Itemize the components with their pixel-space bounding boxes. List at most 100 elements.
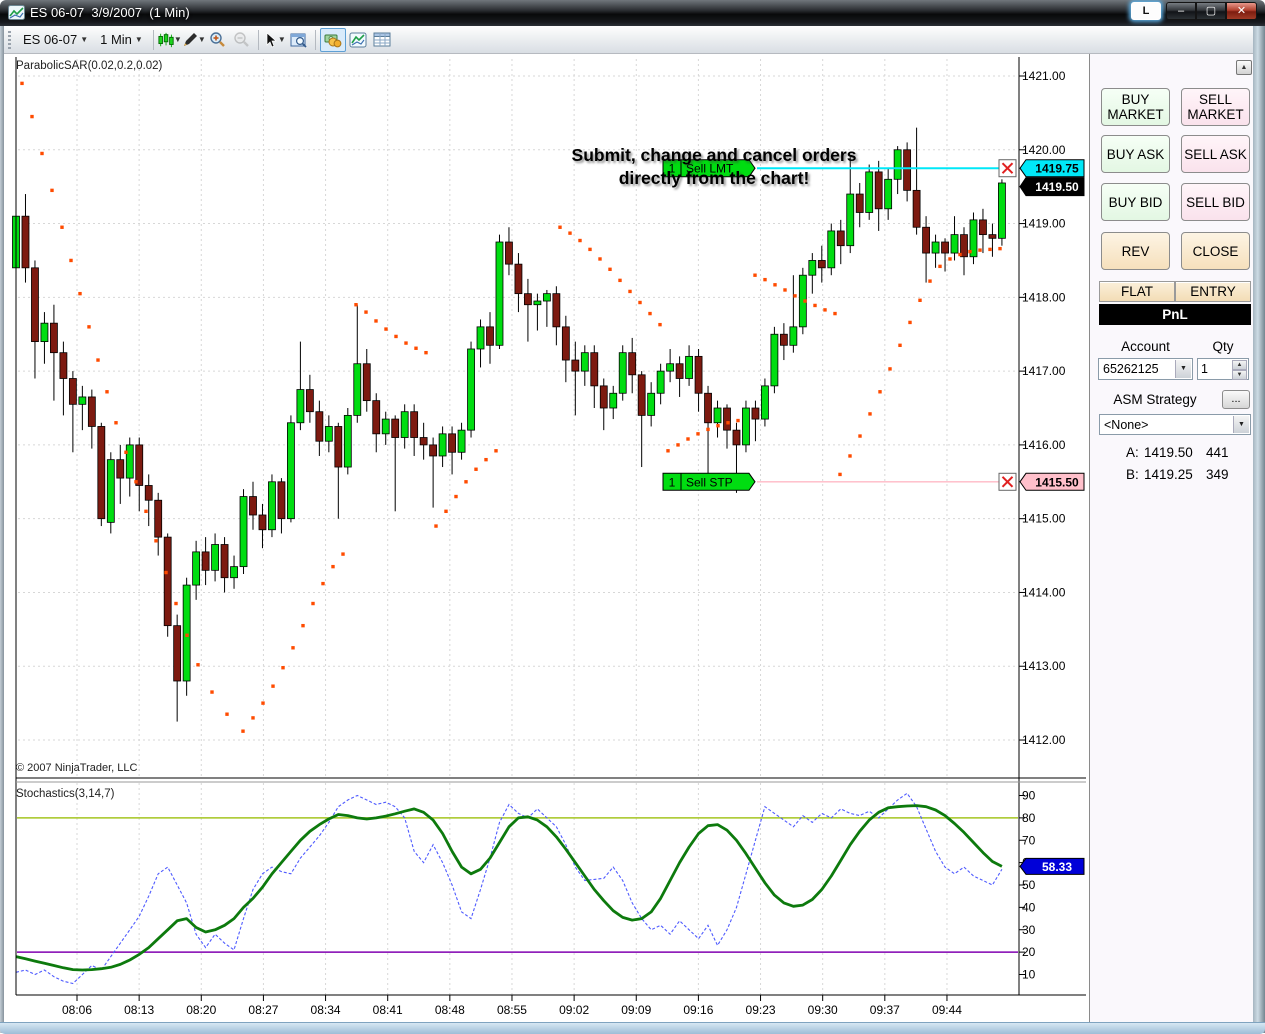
bid-side-label: B:: [1126, 467, 1139, 482]
qty-input[interactable]: [1199, 360, 1229, 378]
qty-stepper[interactable]: ▲ ▼: [1197, 358, 1249, 380]
window-frame-right[interactable]: [1253, 26, 1265, 1033]
svg-text:80: 80: [1022, 811, 1036, 825]
toolbar-separator: [315, 30, 316, 50]
reverse-button[interactable]: REV: [1101, 232, 1170, 270]
chevron-down-icon: ▼: [278, 35, 286, 44]
bar-type-button[interactable]: ▼: [158, 29, 182, 51]
svg-text:1412.00: 1412.00: [1022, 733, 1066, 747]
chart-annotation: Submit, change and cancel orders directl…: [444, 144, 984, 190]
qty-label: Qty: [1197, 339, 1249, 354]
sell-bid-button[interactable]: SELL BID: [1181, 183, 1250, 221]
strategy-select[interactable]: <None> ▼: [1099, 414, 1251, 435]
zoom-window-button[interactable]: [287, 29, 311, 51]
candlestick-icon: [158, 32, 174, 48]
bid-size: 349: [1206, 467, 1229, 482]
sell-lmt-cancel-button[interactable]: [999, 160, 1016, 177]
svg-text:09:09: 09:09: [621, 1003, 651, 1017]
copyright-text: © 2007 NinjaTrader, LLC: [16, 762, 137, 774]
asm-strategy-browse-button[interactable]: ...: [1222, 390, 1250, 409]
zoom-out-icon: [233, 31, 250, 48]
svg-text:09:30: 09:30: [808, 1003, 838, 1017]
svg-text:1419.00: 1419.00: [1022, 217, 1066, 231]
zoom-out-button[interactable]: [230, 29, 254, 51]
svg-text:1415.50: 1415.50: [1035, 475, 1079, 489]
instrument-label: ES 06-07: [23, 32, 77, 47]
window-frame-bottom[interactable]: [0, 1022, 1265, 1034]
svg-text:08:06: 08:06: [62, 1003, 92, 1017]
close-button[interactable]: ✕: [1226, 2, 1257, 20]
svg-text:20: 20: [1022, 945, 1036, 959]
svg-text:1419.75: 1419.75: [1035, 162, 1079, 176]
sell-ask-button[interactable]: SELL ASK: [1181, 135, 1250, 173]
pnl-display: PnL: [1099, 304, 1251, 325]
chevron-down-icon[interactable]: ▼: [1233, 416, 1249, 433]
tab-flat[interactable]: FLAT: [1099, 281, 1175, 302]
svg-text:08:55: 08:55: [497, 1003, 527, 1017]
grid-icon: [373, 32, 391, 47]
data-grid-button[interactable]: [370, 29, 394, 51]
window-title: ES 06-07 3/9/2007 (1 Min): [30, 5, 190, 20]
price-indicator-label: ParabolicSAR(0.02,0.2,0.02): [16, 60, 162, 72]
svg-text:1418.00: 1418.00: [1022, 290, 1066, 304]
account-value: 65262125: [1103, 362, 1159, 376]
svg-text:70: 70: [1022, 833, 1036, 847]
zoom-in-button[interactable]: [206, 29, 230, 51]
window-frame-left: [0, 26, 4, 1033]
collapse-panel-button[interactable]: ▲: [1236, 60, 1252, 75]
zoom-window-icon: [290, 32, 308, 48]
chevron-down-icon: ▼: [135, 35, 143, 44]
instrument-selector[interactable]: ES 06-07 ▼: [17, 30, 94, 49]
ask-size: 441: [1206, 445, 1229, 460]
account-label: Account: [1098, 339, 1193, 354]
chart-trader-panel: ▲ BUY MARKET SELL MARKET BUY ASK SELL AS…: [1089, 54, 1253, 1022]
svg-text:09:02: 09:02: [559, 1003, 589, 1017]
svg-text:1413.00: 1413.00: [1022, 659, 1066, 673]
app-icon: [8, 5, 25, 20]
draw-tool-button[interactable]: ▼: [182, 29, 206, 51]
cursor-tool-button[interactable]: ▼: [263, 29, 287, 51]
chart-area[interactable]: 1421.001420.001419.001418.001417.001416.…: [4, 54, 1089, 1022]
svg-text:40: 40: [1022, 900, 1036, 914]
interval-selector[interactable]: 1 Min ▼: [94, 30, 149, 49]
svg-text:1419.50: 1419.50: [1035, 180, 1079, 194]
sell-market-button[interactable]: SELL MARKET: [1181, 88, 1250, 126]
qty-down-button[interactable]: ▼: [1232, 370, 1247, 380]
maximize-button[interactable]: ▢: [1196, 2, 1226, 20]
asm-strategy-label: ASM Strategy: [1090, 392, 1220, 407]
buy-ask-button[interactable]: BUY ASK: [1101, 135, 1170, 173]
account-select[interactable]: 65262125 ▼: [1098, 358, 1193, 380]
buy-market-button[interactable]: BUY MARKET: [1101, 88, 1170, 126]
svg-text:09:23: 09:23: [746, 1003, 776, 1017]
chart-canvas[interactable]: 1421.001420.001419.001418.001417.001416.…: [4, 54, 1089, 1022]
stoch-indicator-label: Stochastics(3,14,7): [16, 788, 114, 800]
bid-price: 1419.25: [1144, 467, 1193, 482]
svg-text:09:37: 09:37: [870, 1003, 900, 1017]
toolbar-separator: [258, 30, 259, 50]
ask-price: 1419.50: [1144, 445, 1193, 460]
chart-trader-button[interactable]: [320, 28, 346, 52]
chevron-down-icon: ▼: [198, 35, 206, 44]
toolbar-grip[interactable]: [8, 31, 11, 49]
link-button[interactable]: L: [1131, 2, 1161, 20]
minimize-button[interactable]: –: [1166, 2, 1196, 20]
annotation-line-1: Submit, change and cancel orders: [444, 144, 984, 167]
svg-text:08:20: 08:20: [186, 1003, 216, 1017]
close-position-button[interactable]: CLOSE: [1181, 232, 1250, 270]
svg-text:1420.00: 1420.00: [1022, 143, 1066, 157]
buy-bid-button[interactable]: BUY BID: [1101, 183, 1170, 221]
chart-toolbar: ES 06-07 ▼ 1 Min ▼ ▼ ▼: [4, 26, 1253, 54]
new-chart-button[interactable]: [346, 29, 370, 51]
chevron-down-icon: ▼: [80, 35, 88, 44]
qty-up-button[interactable]: ▲: [1232, 360, 1247, 370]
tab-entry[interactable]: ENTRY: [1175, 281, 1251, 302]
svg-text:08:27: 08:27: [248, 1003, 278, 1017]
chevron-down-icon: ▼: [174, 35, 182, 44]
svg-text:09:16: 09:16: [683, 1003, 713, 1017]
sell-stp-cancel-button[interactable]: [999, 473, 1016, 490]
svg-text:1416.00: 1416.00: [1022, 438, 1066, 452]
money-hand-icon: [324, 32, 342, 48]
svg-text:08:34: 08:34: [311, 1003, 341, 1017]
chevron-down-icon[interactable]: ▼: [1175, 360, 1191, 378]
svg-text:Sell STP: Sell STP: [686, 475, 733, 489]
